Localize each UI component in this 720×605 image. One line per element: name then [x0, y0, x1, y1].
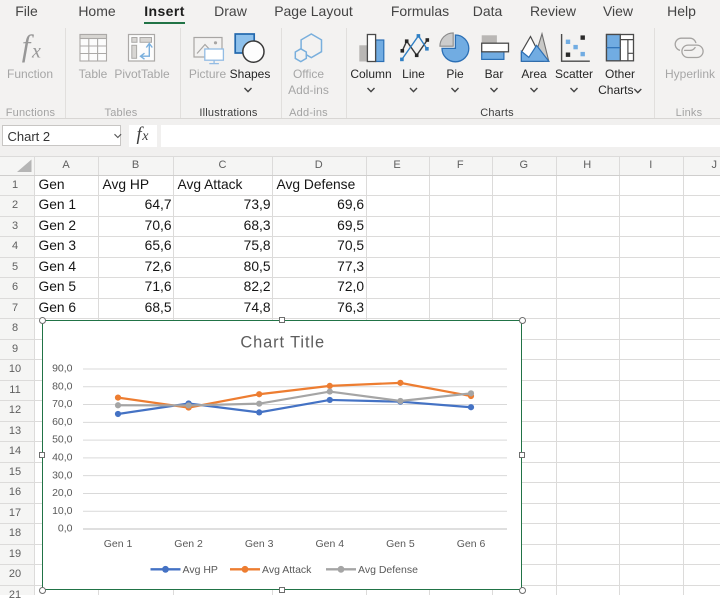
- svg-text:Avg HP: Avg HP: [183, 564, 218, 576]
- svg-text:Gen 4: Gen 4: [315, 538, 344, 550]
- svg-text:80,0: 80,0: [52, 380, 73, 392]
- svg-text:20,0: 20,0: [52, 487, 73, 499]
- svg-text:60,0: 60,0: [52, 416, 73, 428]
- svg-text:Gen 6: Gen 6: [457, 538, 486, 550]
- svg-text:Gen 2: Gen 2: [174, 538, 203, 550]
- svg-text:10,0: 10,0: [52, 505, 73, 517]
- svg-text:Gen 3: Gen 3: [245, 538, 274, 550]
- svg-text:50,0: 50,0: [52, 434, 73, 446]
- svg-text:30,0: 30,0: [52, 469, 73, 481]
- svg-text:Avg Attack: Avg Attack: [262, 564, 312, 576]
- svg-text:0,0: 0,0: [58, 523, 73, 535]
- svg-text:70,0: 70,0: [52, 398, 73, 410]
- svg-text:Chart Title: Chart Title: [240, 334, 325, 352]
- svg-text:x: x: [31, 41, 41, 63]
- svg-text:Gen 1: Gen 1: [104, 538, 133, 550]
- svg-text:Gen 5: Gen 5: [386, 538, 415, 550]
- svg-text:Avg Defense: Avg Defense: [358, 564, 418, 576]
- svg-text:40,0: 40,0: [52, 451, 73, 463]
- svg-text:90,0: 90,0: [52, 363, 73, 375]
